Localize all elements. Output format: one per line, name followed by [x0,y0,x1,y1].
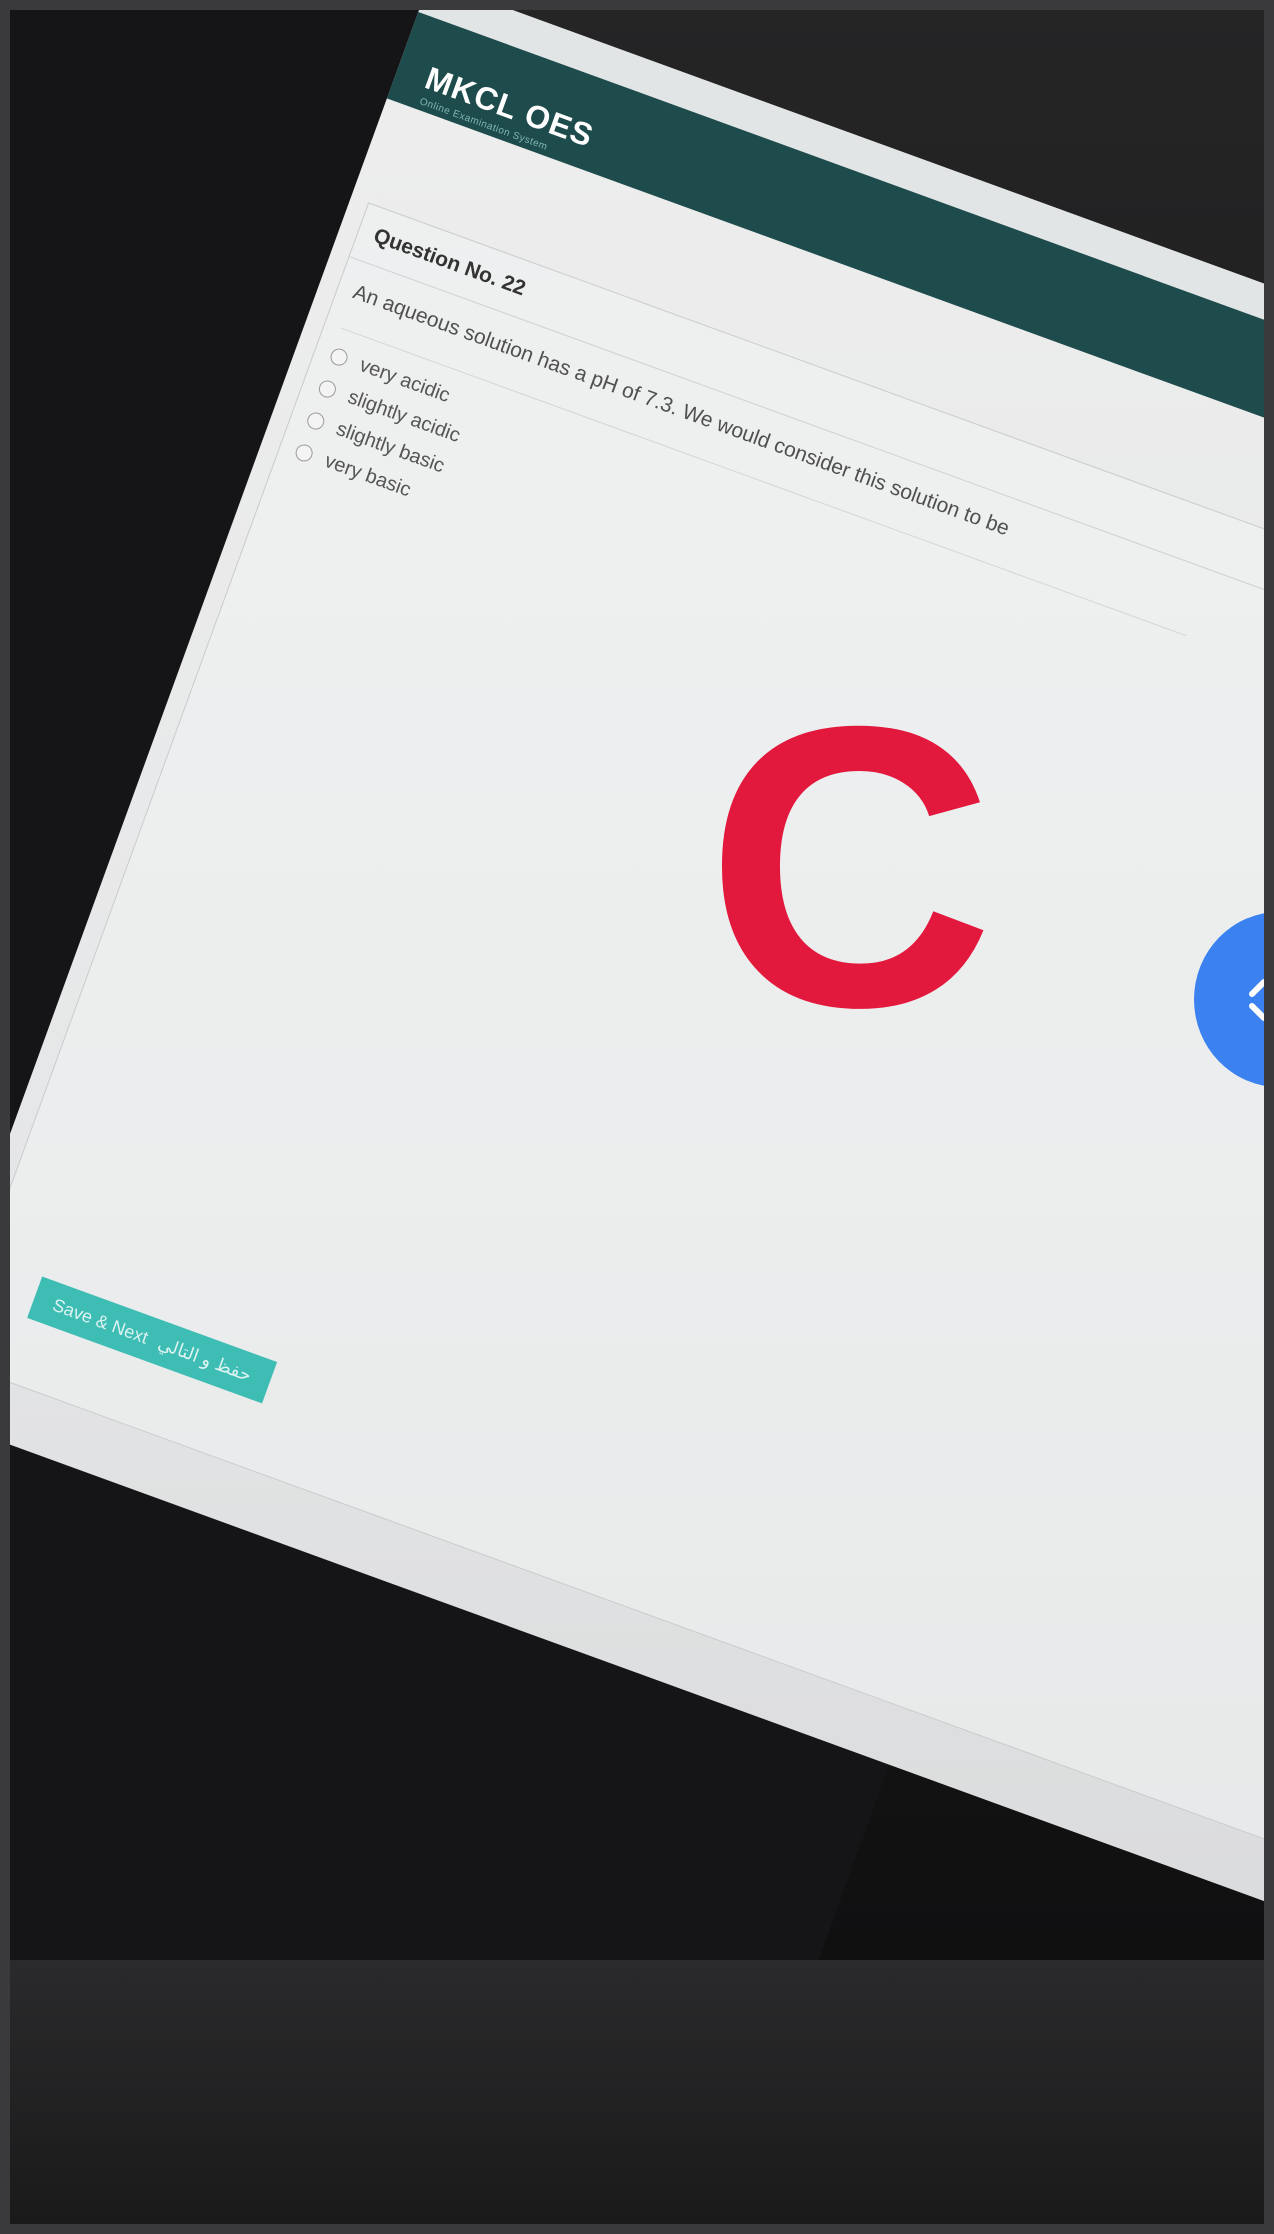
photo-frame: MKCL OES Online Examination System Quest… [0,0,1274,2234]
radio-button[interactable] [305,409,327,432]
question-number: Question No. 22 [370,224,529,301]
desk-surface [10,1960,1264,2224]
save-next-button[interactable]: Save & Next حفظ و التالي [27,1276,278,1404]
save-next-label: Save & Next [50,1294,152,1348]
answer-letter: C [706,700,995,1060]
radio-button[interactable] [328,345,351,368]
expand-arrows-icon [1249,979,1274,1021]
save-next-arabic-label: حفظ و التالي [155,1332,255,1385]
radio-button[interactable] [316,377,339,400]
radio-button[interactable] [293,441,316,464]
answer-letter-overlay: C [706,700,995,1060]
